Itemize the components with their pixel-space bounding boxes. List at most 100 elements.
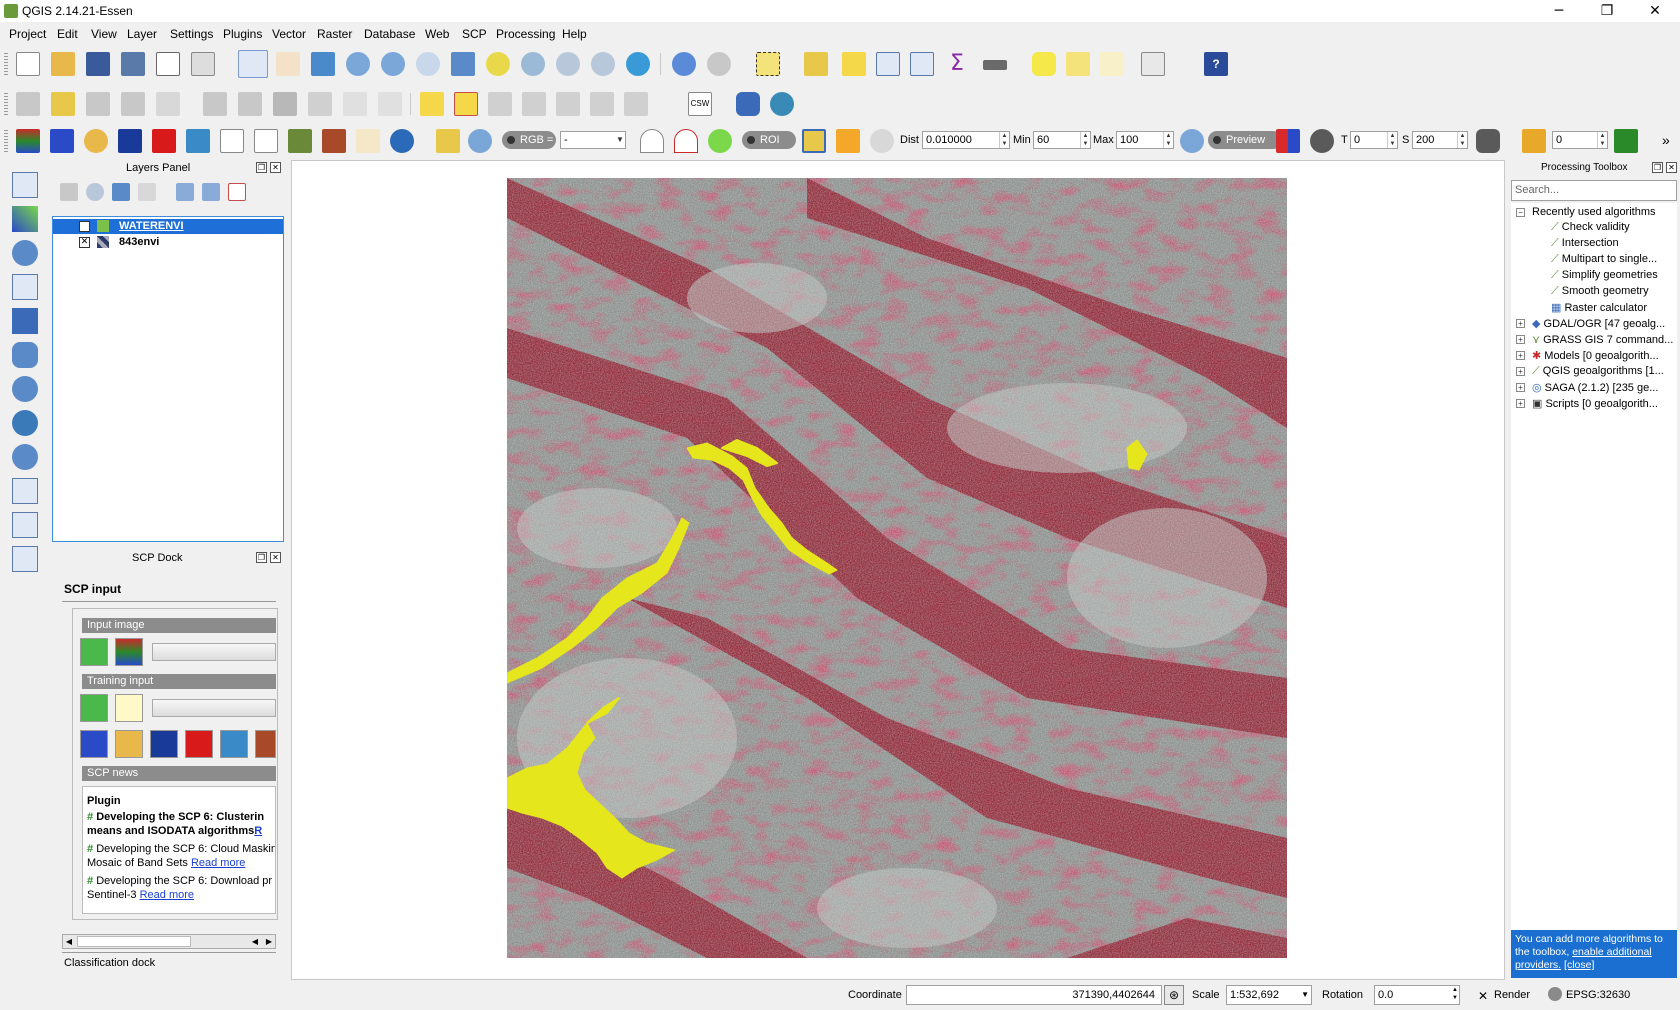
band-set-icon[interactable] (16, 129, 40, 153)
zoom-native-icon[interactable] (416, 52, 440, 76)
menu-plugins[interactable]: Plugins (223, 27, 262, 41)
add-postgis-layer-icon[interactable] (12, 240, 38, 266)
add-group-icon[interactable] (60, 183, 78, 201)
spin-arrows-icon[interactable]: ▲ ▼ (1597, 132, 1607, 148)
add-vector-layer-icon[interactable] (12, 172, 38, 198)
zoom-preview-icon[interactable] (1180, 129, 1204, 153)
rotate-label-icon[interactable] (590, 92, 614, 116)
preview-toggle[interactable]: Preview (1208, 131, 1282, 149)
zoom-to-selection-icon[interactable] (486, 52, 510, 76)
add-wms-layer-icon[interactable] (12, 376, 38, 402)
zoom-full-icon[interactable] (451, 52, 475, 76)
composer-manager-icon[interactable] (191, 52, 215, 76)
provider-qgis[interactable]: ⟋ QGIS geoalgorithms [1... (1532, 365, 1677, 378)
roi-plus-icon[interactable] (836, 129, 860, 153)
spin-arrows-icon[interactable]: ▲ ▼ (1452, 986, 1458, 1002)
minimize-button[interactable]: ─ (1536, 0, 1582, 22)
scale-combo[interactable]: 1:532,692 ▼ (1226, 985, 1312, 1005)
show-hide-labels-icon[interactable] (522, 92, 546, 116)
save-project-icon[interactable] (86, 52, 110, 76)
map-tips-icon[interactable] (1032, 52, 1056, 76)
tools-icon[interactable] (255, 730, 276, 758)
node-tool-icon[interactable] (238, 92, 262, 116)
copy-features-icon[interactable] (343, 92, 367, 116)
add-spatialite-layer-icon[interactable] (12, 274, 38, 300)
s-spinbox[interactable]: 200 ▲ ▼ (1412, 131, 1468, 149)
select-by-expression-icon[interactable] (804, 52, 828, 76)
zoom-in-icon[interactable] (346, 52, 370, 76)
maximize-button[interactable]: ❐ (1584, 0, 1630, 22)
refresh-icon[interactable] (626, 52, 650, 76)
scp-input-tab[interactable]: SCP input (62, 578, 276, 602)
float-panel-button[interactable]: ❐ (256, 552, 267, 563)
label-highlight-icon[interactable] (454, 92, 478, 116)
layer-visibility-checkbox[interactable]: ✕ (79, 237, 90, 248)
expand-icon[interactable]: + (1516, 367, 1525, 376)
reset-image-icon[interactable] (115, 638, 143, 666)
identify-icon[interactable] (672, 52, 696, 76)
expand-icon[interactable]: + (1516, 319, 1525, 328)
satellite-raster-map[interactable] (507, 178, 1287, 958)
add-circular-string-icon[interactable] (156, 92, 180, 116)
layer-labeling-icon[interactable] (420, 92, 444, 116)
news-item-3-link[interactable]: Read more (140, 889, 194, 901)
run-batch-icon[interactable] (1522, 129, 1546, 153)
chevron-down-icon[interactable]: ▼ (615, 132, 625, 148)
new-bookmark-icon[interactable] (1066, 52, 1090, 76)
zoom-to-roi-icon[interactable] (708, 129, 732, 153)
menu-web[interactable]: Web (425, 27, 449, 41)
close-panel-button[interactable]: ✕ (270, 552, 281, 563)
save-edits-icon[interactable] (86, 92, 110, 116)
toolbar-grip[interactable] (4, 93, 8, 115)
algo-simplify-geometries[interactable]: ⟋ Simplify geometries (1551, 269, 1677, 282)
scatter-plot-icon[interactable] (254, 129, 278, 153)
training-input-combo[interactable] (152, 699, 276, 717)
save-as-icon[interactable] (121, 52, 145, 76)
move-feature-icon[interactable] (203, 92, 227, 116)
pin-labels-icon[interactable] (488, 92, 512, 116)
add-feature-icon[interactable] (121, 92, 145, 116)
toggle-editing-pencil-icon[interactable] (51, 92, 75, 116)
scroll-left-icon[interactable]: ◀ (63, 935, 75, 948)
close-panel-button[interactable]: ✕ (1666, 162, 1677, 173)
layer-visibility-checkbox[interactable]: ✕ (79, 221, 90, 232)
menu-database[interactable]: Database (364, 27, 415, 41)
add-wcs-layer-icon[interactable] (12, 410, 38, 436)
delete-selected-trash-icon[interactable] (273, 92, 297, 116)
toggle-extents-mouse-icon[interactable]: ⊛ (1164, 985, 1184, 1005)
layer-name[interactable]: 843envi (119, 236, 159, 248)
action-icon[interactable] (707, 52, 731, 76)
add-delimited-text-icon[interactable] (12, 478, 38, 504)
classification-dock-tab[interactable]: Classification dock (62, 952, 276, 976)
layer-row-843envi[interactable]: ✕ 843envi (53, 235, 283, 250)
tools-icon[interactable] (288, 129, 312, 153)
expand-icon[interactable]: + (1516, 351, 1525, 360)
processing-search-input[interactable]: Search... (1511, 180, 1677, 201)
algo-intersection[interactable]: ⟋ Intersection (1551, 237, 1619, 250)
current-edits-icon[interactable] (16, 92, 40, 116)
algo-smooth-geometry[interactable]: ⟋ Smooth geometry (1551, 285, 1677, 298)
news-item-2-link[interactable]: Read more (191, 857, 245, 869)
spectral-plot-icon[interactable] (220, 129, 244, 153)
help-icon[interactable]: ? (1204, 52, 1228, 76)
provider-scripts[interactable]: ▣ Scripts [0 geoalgorith... (1532, 397, 1677, 410)
attribute-table-icon[interactable] (876, 52, 900, 76)
expand-all-icon[interactable] (176, 183, 194, 201)
cut-features-icon[interactable] (308, 92, 332, 116)
remove-layer-icon[interactable] (228, 183, 246, 201)
open-project-icon[interactable] (51, 52, 75, 76)
crs-status[interactable]: EPSG:32630 (1566, 989, 1630, 1001)
local-cumulative-stretch-icon[interactable] (640, 129, 664, 153)
scp-horizontal-scrollbar[interactable]: ◀ ◀ ▶ (62, 934, 276, 949)
value-spinbox[interactable]: 0 ▲ ▼ (1552, 131, 1608, 149)
python-console-icon[interactable] (736, 92, 760, 116)
scp-help-icon[interactable] (390, 129, 414, 153)
spin-arrows-icon[interactable]: ▲ ▼ (1457, 132, 1467, 148)
layer-name[interactable]: WATERENVI (119, 220, 184, 232)
float-panel-button[interactable]: ❐ (1652, 162, 1663, 173)
chevron-down-icon[interactable]: ▼ (1301, 986, 1309, 1004)
menu-processing[interactable]: Processing (496, 27, 555, 41)
rgb-image-icon[interactable] (436, 129, 460, 153)
redo-roi-icon[interactable] (870, 129, 894, 153)
menu-view[interactable]: View (91, 27, 117, 41)
